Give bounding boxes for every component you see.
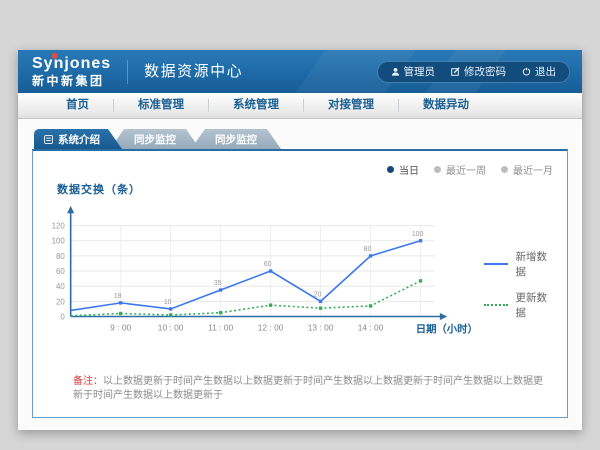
user-name: 管理员 [404, 64, 436, 79]
nav-item-system-mgmt[interactable]: 系统管理 [209, 99, 304, 112]
tab-sync-monitor-2[interactable]: 同步监控 [191, 129, 281, 149]
nav-item-data-change[interactable]: 数据异动 [399, 99, 493, 112]
brand-logo[interactable]: Synjones ✱ 新中新集团 [32, 56, 111, 87]
user-icon [391, 67, 400, 76]
radio-dot-icon [387, 166, 394, 173]
main-nav: 首页 标准管理 系统管理 对接管理 数据异动 [18, 93, 582, 119]
svg-text:14 : 00: 14 : 00 [358, 322, 384, 332]
logo-wordmark: Synjones [32, 56, 111, 72]
legend-label: 新增数据 [516, 249, 557, 279]
change-password-label: 修改密码 [464, 64, 506, 79]
filter-last-week[interactable]: 最近一周 [434, 162, 486, 177]
footnote-prefix: 备注： [73, 376, 103, 387]
line-chart: 0 20 40 60 80 100 120 9 : 00 10 : 00 11 : 00 12 : … [43, 199, 480, 351]
svg-text:40: 40 [56, 282, 65, 291]
legend-line-dotted-icon [484, 304, 508, 306]
chart-panel: 当日 最近一周 最近一月 数据交换（条） 0 20 40 60 80 100 120 9 : … [32, 149, 568, 418]
legend-item-new-data: 新增数据 [484, 249, 557, 279]
nav-item-integration-mgmt[interactable]: 对接管理 [304, 99, 399, 112]
legend-label: 更新数据 [516, 290, 557, 320]
svg-text:10 : 00: 10 : 00 [158, 322, 184, 332]
current-user-button[interactable]: 管理员 [391, 64, 436, 79]
svg-text:12 : 00: 12 : 00 [258, 322, 284, 332]
legend-item-updated-data: 更新数据 [484, 290, 557, 320]
header: Synjones ✱ 新中新集团 数据资源中心 管理员 修改密码 [18, 50, 582, 93]
filter-label: 最近一月 [513, 162, 553, 177]
svg-text:80: 80 [56, 252, 65, 261]
svg-text:13 : 00: 13 : 00 [308, 322, 334, 332]
change-password-button[interactable]: 修改密码 [451, 64, 506, 79]
nav-item-standard-mgmt[interactable]: 标准管理 [114, 99, 209, 112]
svg-text:80: 80 [364, 246, 372, 253]
svg-text:100: 100 [52, 237, 66, 246]
logo-star-icon: ✱ [51, 52, 59, 61]
nav-item-home[interactable]: 首页 [42, 99, 114, 112]
svg-text:10: 10 [164, 299, 172, 306]
tab-label: 同步监控 [215, 132, 257, 147]
svg-text:日期（小时）: 日期（小时） [416, 322, 478, 335]
user-menu: 管理员 修改密码 退出 [377, 61, 571, 83]
svg-text:35: 35 [214, 280, 222, 287]
power-icon [522, 67, 531, 76]
svg-text:60: 60 [56, 267, 65, 276]
tab-bar: 系统介绍 同步监控 同步监控 [34, 129, 568, 149]
page-title: 数据资源中心 [127, 60, 243, 84]
content-area: 系统介绍 同步监控 同步监控 当日 最近一周 [18, 119, 582, 430]
time-range-filters: 当日 最近一周 最近一月 [387, 162, 553, 177]
tab-label: 同步监控 [134, 132, 176, 147]
svg-text:100: 100 [412, 231, 424, 238]
svg-text:0: 0 [60, 312, 65, 321]
radio-dot-icon [434, 166, 441, 173]
edit-icon [451, 67, 460, 76]
logout-label: 退出 [535, 64, 556, 79]
tab-sync-monitor-1[interactable]: 同步监控 [110, 129, 200, 149]
filter-label: 最近一周 [446, 162, 486, 177]
app-window: Synjones ✱ 新中新集团 数据资源中心 管理员 修改密码 [18, 50, 582, 430]
svg-text:20: 20 [56, 297, 65, 306]
footnote-text: 以上数据更新于时间产生数据以上数据更新于时间产生数据以上数据更新于时间产生数据以… [73, 376, 543, 401]
radio-dot-icon [501, 166, 508, 173]
tab-system-intro[interactable]: 系统介绍 [34, 129, 122, 149]
filter-today[interactable]: 当日 [387, 162, 419, 177]
svg-text:18: 18 [114, 293, 122, 300]
logout-button[interactable]: 退出 [522, 64, 556, 79]
chart-legend: 新增数据 更新数据 [484, 249, 557, 331]
svg-text:60: 60 [264, 261, 272, 268]
footnote: 备注：以上数据更新于时间产生数据以上数据更新于时间产生数据以上数据更新于时间产生… [73, 375, 557, 403]
svg-text:9 : 00: 9 : 00 [110, 322, 131, 332]
svg-text:20: 20 [314, 291, 322, 298]
logo-company-name: 新中新集团 [32, 75, 111, 87]
y-axis-title: 数据交换（条） [57, 181, 557, 197]
filter-last-month[interactable]: 最近一月 [501, 162, 553, 177]
document-icon [44, 135, 53, 144]
svg-text:120: 120 [52, 222, 66, 231]
svg-text:11 : 00: 11 : 00 [208, 322, 233, 332]
chart-row: 0 20 40 60 80 100 120 9 : 00 10 : 00 11 : 00 12 : … [43, 199, 557, 351]
legend-line-solid-icon [484, 263, 508, 265]
tab-label: 系统介绍 [58, 132, 100, 147]
filter-label: 当日 [399, 162, 419, 177]
